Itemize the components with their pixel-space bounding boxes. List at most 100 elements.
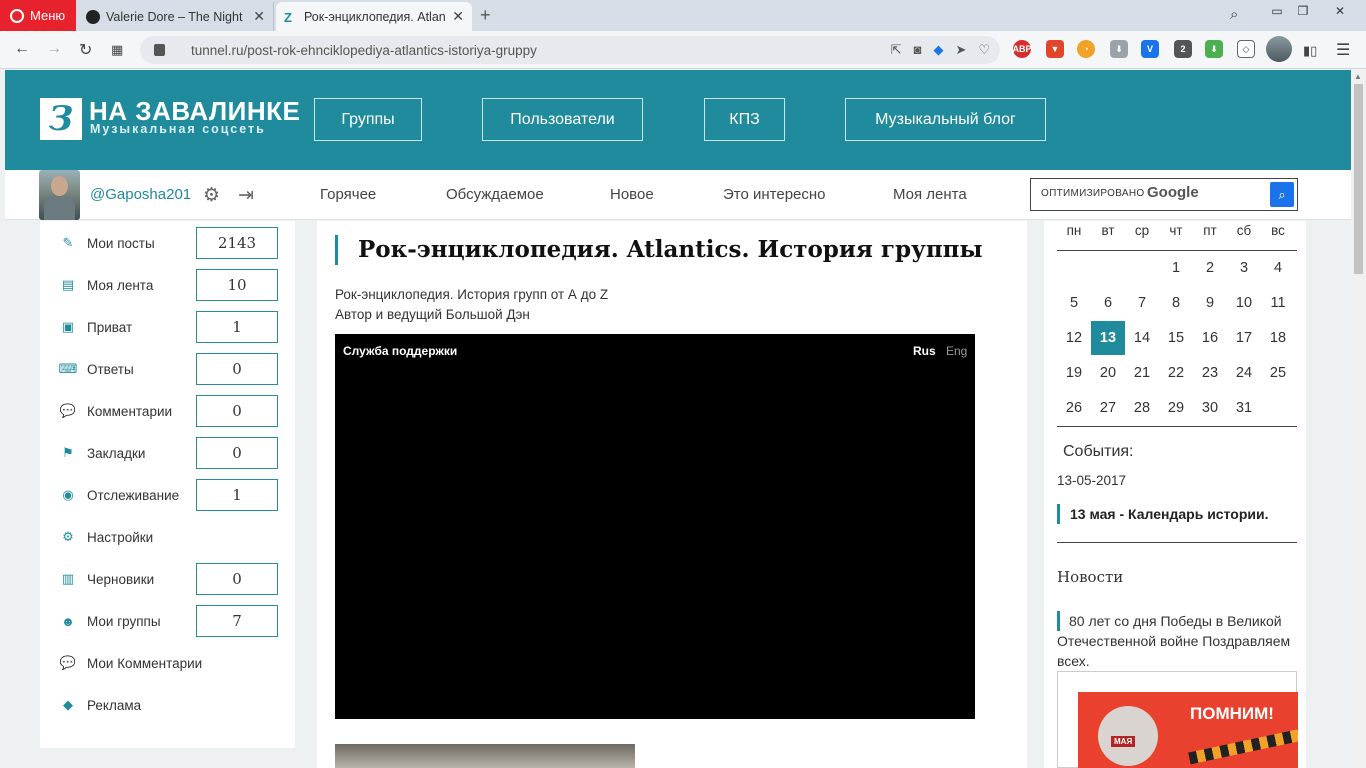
calendar-day[interactable]: 21 xyxy=(1125,356,1159,390)
tab-rock-encyclopedia[interactable]: Z Рок-энциклопедия. Atlantic ✕ xyxy=(276,2,472,31)
tab-valerie-dore[interactable]: Valerie Dore – The Night | R ✕ xyxy=(78,2,274,31)
calendar-day[interactable]: 28 xyxy=(1125,391,1159,425)
cube-icon[interactable]: ◇ xyxy=(1237,40,1255,58)
reload-icon[interactable]: ↻ xyxy=(79,40,92,60)
username-link[interactable]: @Gaposha2013 xyxy=(90,186,192,203)
send-icon[interactable]: ➤ xyxy=(955,42,966,58)
nav-kpz-button[interactable]: КПЗ xyxy=(704,98,785,141)
download-green-icon[interactable]: ⬇ xyxy=(1205,40,1223,58)
scroll-up-icon[interactable]: ▲ xyxy=(1354,72,1362,81)
extension-badge-icon[interactable]: 2 xyxy=(1174,40,1192,58)
bookmark-heart-icon[interactable]: ♡ xyxy=(978,42,990,58)
nav-my-feed[interactable]: Моя лента xyxy=(893,186,967,203)
snapshot-icon[interactable]: ◙ xyxy=(914,42,922,58)
sidebar-item-my-posts[interactable]: ✎ Мои посты 2143 xyxy=(60,227,280,259)
video-lang-eng[interactable]: Eng xyxy=(946,344,967,358)
sidebar-item-drafts[interactable]: ▥ Черновики 0 xyxy=(60,563,280,595)
calendar-day[interactable]: 19 xyxy=(1057,356,1091,390)
video-support-link[interactable]: Служба поддержки xyxy=(343,344,457,358)
calendar-day[interactable]: 4 xyxy=(1261,251,1295,285)
close-window-icon[interactable]: ✕ xyxy=(1318,0,1362,22)
site-logo-icon[interactable]: З xyxy=(40,98,82,140)
news-item[interactable]: 80 лет со дня Победы в Великой Отечестве… xyxy=(1057,611,1302,671)
url-field[interactable]: tunnel.ru/post-rok-ehnciklopediya-atlant… xyxy=(140,36,1000,64)
settings-gear-icon[interactable]: ⚙ xyxy=(203,184,220,207)
calendar-day[interactable]: 18 xyxy=(1261,321,1295,355)
maximize-icon[interactable]: ❐ xyxy=(1290,0,1316,22)
calendar-day[interactable]: 22 xyxy=(1159,356,1193,390)
calendar-day[interactable]: 29 xyxy=(1159,391,1193,425)
opera-menu-button[interactable]: Меню xyxy=(0,0,76,31)
calendar-day[interactable]: 16 xyxy=(1193,321,1227,355)
calendar-day[interactable]: 9 xyxy=(1193,286,1227,320)
nav-new[interactable]: Новое xyxy=(610,186,654,203)
brave-shield-icon[interactable]: ▼ xyxy=(1046,40,1064,58)
easy-setup-icon[interactable]: ☰ xyxy=(1336,40,1350,60)
calendar-day[interactable]: 10 xyxy=(1227,286,1261,320)
speedometer-icon[interactable]: ◔ xyxy=(1077,40,1095,58)
event-link[interactable]: 13 мая - Календарь истории. xyxy=(1057,504,1268,524)
tab-search-icon[interactable]: ⌕ xyxy=(1230,6,1238,23)
sidebar-item-bookmarks[interactable]: ⚑ Закладки 0 xyxy=(60,437,280,469)
calendar-day[interactable]: 24 xyxy=(1227,356,1261,390)
nav-hot[interactable]: Горячее xyxy=(320,186,376,203)
calendar-day[interactable]: 14 xyxy=(1125,321,1159,355)
calendar-day[interactable]: 30 xyxy=(1193,391,1227,425)
battery-icon[interactable]: ▮▯ xyxy=(1303,43,1317,59)
calendar-day[interactable]: 26 xyxy=(1057,391,1091,425)
calendar-day[interactable]: 3 xyxy=(1227,251,1261,285)
sidebar-item-tracking[interactable]: ◉ Отслеживание 1 xyxy=(60,479,280,511)
video-lang-rus[interactable]: Rus xyxy=(913,344,936,358)
close-tab-icon[interactable]: ✕ xyxy=(452,8,464,25)
calendar-day[interactable]: 15 xyxy=(1159,321,1193,355)
calendar-day[interactable]: 6 xyxy=(1091,286,1125,320)
calendar-day[interactable]: 31 xyxy=(1227,391,1261,425)
forward-icon[interactable]: → xyxy=(46,40,62,58)
new-tab-icon[interactable]: + xyxy=(480,5,491,26)
back-icon[interactable]: ← xyxy=(14,40,30,58)
sidebar-item-ads[interactable]: ◆ Реклама xyxy=(60,689,280,721)
sidebar-item-settings[interactable]: ⚙ Настройки xyxy=(60,521,280,553)
close-tab-icon[interactable]: ✕ xyxy=(253,8,265,25)
sidebar-item-replies[interactable]: ⌨ Ответы 0 xyxy=(59,353,280,385)
nav-discussed[interactable]: Обсуждаемое xyxy=(446,186,544,203)
sidebar-item-my-feed[interactable]: ▤ Моя лента 10 xyxy=(60,269,280,301)
nav-users-button[interactable]: Пользователи xyxy=(482,98,643,141)
calendar-day[interactable]: 25 xyxy=(1261,356,1295,390)
sidebar-item-my-comments[interactable]: 💬 Мои Комментарии xyxy=(60,647,280,679)
video-player[interactable]: Служба поддержки Rus Eng xyxy=(335,334,975,719)
calendar-day-today[interactable]: 13 xyxy=(1091,321,1125,355)
calendar-day[interactable]: 8 xyxy=(1159,286,1193,320)
search-icon[interactable]: ⌕ xyxy=(1270,182,1294,207)
victory-day-banner[interactable]: МАЯ ПОМНИМ! xyxy=(1057,671,1298,768)
calendar-day[interactable]: 12 xyxy=(1057,321,1091,355)
profile-avatar-icon[interactable] xyxy=(1266,36,1292,62)
nav-music-blog-button[interactable]: Музыкальный блог xyxy=(845,98,1046,141)
share-icon[interactable]: ⇱ xyxy=(891,42,902,58)
calendar-day[interactable]: 7 xyxy=(1125,286,1159,320)
calendar-day[interactable]: 1 xyxy=(1159,251,1193,285)
download-gray-icon[interactable]: ⬇ xyxy=(1110,40,1128,58)
calendar-day[interactable]: 20 xyxy=(1091,356,1125,390)
logout-icon[interactable]: ⇥ xyxy=(238,184,254,207)
sidebar-item-private[interactable]: ▣ Приват 1 xyxy=(60,311,280,343)
sidebar-item-comments[interactable]: 💬 Комментарии 0 xyxy=(60,395,280,427)
calendar-day[interactable]: 2 xyxy=(1193,251,1227,285)
calendar-day[interactable]: 23 xyxy=(1193,356,1227,390)
minimize-icon[interactable]: ▭ xyxy=(1262,0,1292,22)
google-search-field[interactable]: ОПТИМИЗИРОВАНО Google ⌕ xyxy=(1030,178,1298,211)
vpn-shield-icon[interactable]: ◆ xyxy=(933,42,943,58)
user-avatar[interactable] xyxy=(39,170,80,220)
calendar-day[interactable]: 17 xyxy=(1227,321,1261,355)
calendar-day[interactable]: 27 xyxy=(1091,391,1125,425)
adblock-icon[interactable]: ABP xyxy=(1013,40,1032,58)
calendar-day[interactable]: 11 xyxy=(1261,286,1295,320)
speed-dial-icon[interactable]: ▦ xyxy=(111,42,123,58)
nav-groups-button[interactable]: Группы xyxy=(314,98,422,141)
page-scrollbar[interactable]: ▲ xyxy=(1351,70,1366,768)
scrollbar-thumb[interactable] xyxy=(1354,84,1363,274)
calendar-day[interactable]: 5 xyxy=(1057,286,1091,320)
nav-interesting[interactable]: Это интересно xyxy=(723,186,826,203)
shield-v-icon[interactable]: V xyxy=(1141,40,1159,58)
sidebar-item-my-groups[interactable]: ☻ Мои группы 7 xyxy=(60,605,280,637)
